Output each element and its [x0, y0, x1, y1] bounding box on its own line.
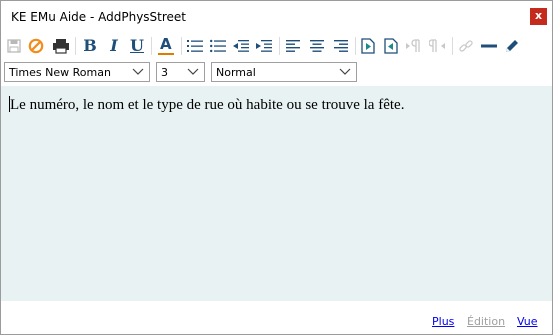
more-link[interactable]: Plus [432, 315, 454, 328]
edit-link[interactable]: Édition [467, 315, 505, 328]
paragraph-style-value: Normal [216, 66, 256, 79]
print-button[interactable] [50, 34, 72, 58]
numbered-list-button[interactable] [184, 34, 206, 58]
italic-icon: I [110, 36, 118, 55]
chevron-down-icon [339, 68, 351, 75]
view-link[interactable]: Vue [517, 315, 538, 328]
insert-before-button[interactable] [357, 34, 379, 58]
toolbar-separator [452, 37, 453, 55]
toolbar-separator [181, 37, 182, 55]
increase-indent-icon [256, 40, 272, 52]
toolbar-separator [75, 37, 76, 55]
editor-content-line: Le numéro, le nom et le type de rue où h… [9, 96, 404, 114]
close-button[interactable]: x [530, 8, 547, 25]
underline-button[interactable]: U [126, 34, 148, 58]
chevron-down-icon [187, 68, 199, 75]
font-color-button[interactable]: A [155, 34, 177, 58]
editor-area[interactable]: Le numéro, le nom et le type de rue où h… [1, 86, 552, 301]
align-left-icon [286, 40, 300, 52]
save-icon [7, 39, 21, 53]
help-window: KE EMu Aide - AddPhysStreet x B I U A Ti… [0, 0, 553, 335]
align-center-button[interactable] [306, 34, 328, 58]
ltr-paragraph-icon [406, 39, 420, 52]
font-family-value: Times New Roman [9, 66, 111, 79]
cancel-icon [28, 38, 44, 54]
title-bar: KE EMu Aide - AddPhysStreet x [1, 1, 552, 32]
font-color-icon: A [158, 37, 174, 55]
decrease-indent-button[interactable] [230, 34, 252, 58]
cancel-button[interactable] [25, 34, 47, 58]
footer: Plus Édition Vue [1, 301, 552, 334]
align-right-button[interactable] [330, 34, 352, 58]
align-center-icon [310, 40, 324, 52]
font-family-select[interactable]: Times New Roman [4, 62, 150, 82]
toolbar-separator [355, 37, 356, 55]
bold-icon: B [83, 36, 97, 55]
toolbar: B I U A [1, 34, 552, 58]
paragraph-style-select[interactable]: Normal [211, 62, 357, 82]
format-bar: Times New Roman 3 Normal [1, 62, 552, 84]
italic-button[interactable]: I [103, 34, 125, 58]
horizontal-rule-icon [481, 44, 497, 48]
font-size-value: 3 [161, 66, 168, 79]
toolbar-separator [151, 37, 152, 55]
bullet-list-icon [210, 39, 226, 53]
editor-content: Le numéro, le nom et le type de rue où h… [10, 97, 405, 113]
rtl-paragraph-icon [429, 39, 445, 52]
horizontal-rule-button[interactable] [478, 34, 500, 58]
numbered-list-icon [187, 40, 203, 52]
insert-before-icon [361, 38, 375, 54]
link-button[interactable] [455, 34, 477, 58]
decrease-indent-icon [233, 40, 249, 52]
link-icon [459, 40, 473, 52]
save-button[interactable] [3, 34, 25, 58]
rtl-paragraph-button[interactable] [426, 34, 448, 58]
window-title: KE EMu Aide - AddPhysStreet [11, 10, 187, 24]
pen-button[interactable] [501, 34, 523, 58]
align-right-icon [334, 40, 348, 52]
insert-after-icon [384, 38, 398, 54]
pen-icon [506, 40, 518, 52]
print-icon [53, 39, 69, 54]
bold-button[interactable]: B [79, 34, 101, 58]
toolbar-separator [279, 37, 280, 55]
insert-after-button[interactable] [380, 34, 402, 58]
ltr-paragraph-button[interactable] [403, 34, 425, 58]
bullet-list-button[interactable] [207, 34, 229, 58]
chevron-down-icon [132, 68, 144, 75]
underline-icon: U [130, 36, 144, 55]
font-size-select[interactable]: 3 [156, 62, 205, 82]
align-left-button[interactable] [282, 34, 304, 58]
increase-indent-button[interactable] [253, 34, 275, 58]
